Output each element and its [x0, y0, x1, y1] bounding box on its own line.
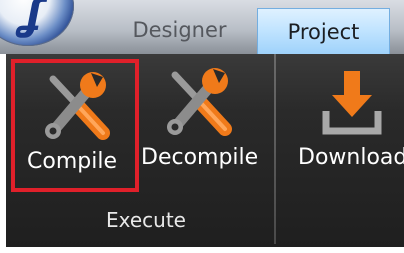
tab-project[interactable]: Project [257, 8, 390, 54]
ribbon-group-label: Execute [106, 208, 186, 232]
download-button[interactable]: Download [292, 59, 404, 192]
window-bottom-edge [0, 247, 404, 253]
tab-designer[interactable]: Designer [112, 6, 247, 54]
download-label: Download [298, 145, 404, 170]
wrench-screwdriver-icon [39, 71, 115, 147]
ribbon-group-divider [274, 54, 276, 244]
wrench-screwdriver-icon [161, 67, 237, 143]
ribbon-panel: Compile Decompile Download Execute [6, 54, 404, 247]
compile-button[interactable]: Compile [11, 59, 139, 192]
app-logo[interactable]: ʆ [0, 0, 74, 46]
decompile-button[interactable]: Decompile [141, 59, 266, 192]
app-logo-glyph: ʆ [20, 0, 44, 39]
decompile-label: Decompile [141, 145, 259, 170]
tab-project-label: Project [287, 19, 360, 44]
app-window: ʆ Designer Project Compile Decompile Dow… [0, 0, 404, 253]
tab-designer-label: Designer [132, 18, 227, 42]
download-icon [320, 67, 384, 143]
compile-label: Compile [27, 149, 117, 174]
ribbon-tab-bar: ʆ Designer Project [0, 0, 404, 54]
